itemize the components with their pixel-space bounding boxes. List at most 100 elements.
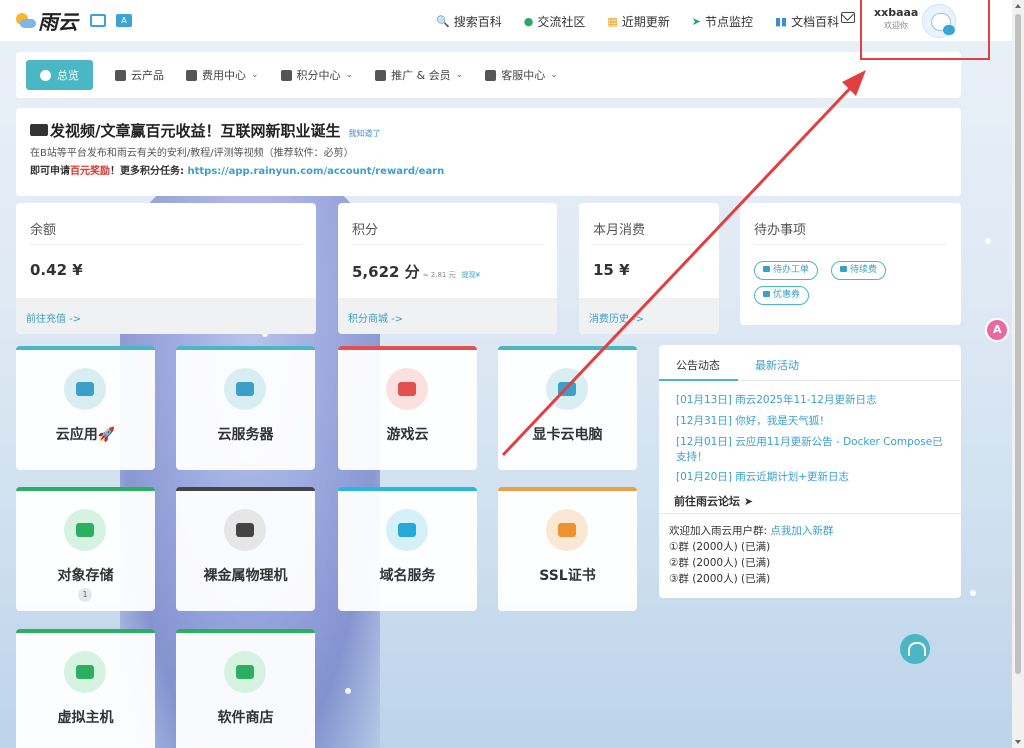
product-tile[interactable]: SSL证书 xyxy=(498,487,637,611)
nav-link-book[interactable]: ▮▮ 文档百科 xyxy=(775,13,839,30)
chevron-down-icon: ⌄ xyxy=(455,70,464,80)
snow-dot xyxy=(985,238,991,244)
join-group-link[interactable]: 点我加入新群 xyxy=(770,525,833,537)
nav-link-label: 近期更新 xyxy=(621,14,670,29)
cloud-icon xyxy=(64,368,106,410)
nav-link-label: 交流社区 xyxy=(537,14,586,29)
nav-link-label: 搜索百科 xyxy=(453,14,502,29)
product-tile[interactable]: 软件商店 xyxy=(176,629,315,748)
main-nav-item-0[interactable]: 总览 xyxy=(26,60,93,90)
main-nav-label: 费用中心 xyxy=(202,69,246,82)
cubes-icon xyxy=(115,69,126,81)
chevron-down-icon: ⌄ xyxy=(550,70,558,80)
product-tile[interactable]: 云服务器 xyxy=(176,346,315,470)
headset-icon xyxy=(485,69,497,81)
main-nav-item-5[interactable]: 客服中心 ⌄ xyxy=(485,67,558,83)
main-nav-item-2[interactable]: 费用中心 ⌄ xyxy=(186,67,259,83)
points-value: 5,622 分 ≈ 2.81 元提现¥ xyxy=(352,261,480,282)
news-item[interactable]: [12月01日] 云应用11月更新公告 - Docker Compose已支持！ xyxy=(676,435,946,465)
product-tile[interactable]: 对象存储 1 xyxy=(16,487,155,611)
promo-announcement: 发视频/文章赢百元收益！互联网新职业诞生 我知道了 在B站等平台发布和雨云有关的… xyxy=(16,108,961,196)
monthly-label: 本月消费 xyxy=(593,223,646,238)
customer-support-button[interactable] xyxy=(900,634,930,664)
product-name: 游戏云 xyxy=(338,424,477,444)
group-intro-text: 欢迎加入雨云用户群: xyxy=(669,525,771,537)
product-name: 云应用🚀 xyxy=(16,424,155,444)
product-name: 虚拟主机 xyxy=(16,707,155,727)
todo-card: 待办事项 待办工单 待续费 优惠券 xyxy=(740,203,961,325)
welcome-text: 欢迎你 xyxy=(884,21,908,30)
coupon-button[interactable]: 优惠券 xyxy=(754,286,810,305)
news-item[interactable]: [12月31日] 你好，我是天气狐！ xyxy=(676,414,946,429)
recharge-link[interactable]: 前往充值 -> xyxy=(26,310,81,325)
nav-link-label: 节点监控 xyxy=(704,14,753,29)
promo-prefix: 即可申请 xyxy=(30,166,70,177)
product-tile[interactable]: 虚拟主机 xyxy=(16,629,155,748)
promo-title-text: 发视频/文章赢百元收益！互联网新职业诞生 xyxy=(50,122,341,140)
key-icon xyxy=(546,509,588,551)
weather-logo-icon xyxy=(14,11,36,31)
nav-link-chat[interactable]: ● 交流社区 xyxy=(524,13,586,30)
balance-label: 余额 xyxy=(30,223,57,238)
product-tile[interactable]: 游戏云 xyxy=(338,346,477,470)
product-name-text: 裸金属物理机 xyxy=(203,568,288,584)
tab-announcements[interactable]: 公告动态 xyxy=(676,357,720,373)
main-nav-item-1[interactable]: 云产品 xyxy=(115,67,164,83)
tab-activities[interactable]: 最新活动 xyxy=(755,357,799,373)
points-mall-link[interactable]: 积分商城 -> xyxy=(348,310,403,325)
todo-tickets-button[interactable]: 待办工单 xyxy=(754,261,819,280)
dismiss-link[interactable]: 我知道了 xyxy=(348,128,380,139)
main-nav-item-3[interactable]: 积分中心 ⌄ xyxy=(280,67,353,83)
pending-renewal-button[interactable]: 待续费 xyxy=(831,261,887,280)
product-name-text: 云应用 xyxy=(55,427,98,443)
avatar[interactable] xyxy=(922,4,956,38)
promo-mid: ！更多积分任务: xyxy=(110,166,188,177)
news-item[interactable]: [01月13日] 雨云2025年11-12月更新日志 xyxy=(676,393,946,408)
product-tile[interactable]: 云应用🚀 xyxy=(16,346,155,470)
top-navbar: 雨云 A 🔍 搜索百科 ● 交流社区 ▦ 近期更新 ➤ 节点监控 ▮▮ 文档百科 xxbaaa 欢… xyxy=(0,0,1012,42)
translate-float-button[interactable] xyxy=(985,318,1009,342)
product-name-text: 域名服务 xyxy=(379,568,436,584)
user-menu[interactable]: xxbaaa 欢迎你 xyxy=(874,6,918,31)
spend-history-link[interactable]: 消费历史 -> xyxy=(589,310,644,325)
keyboard-icon xyxy=(30,124,48,136)
users-icon xyxy=(375,69,387,81)
snow-dot xyxy=(345,688,351,694)
rocket-icon: 🚀 xyxy=(97,427,116,443)
main-nav-label: 云产品 xyxy=(131,69,164,82)
product-tile[interactable]: 裸金属物理机 xyxy=(176,487,315,611)
product-tile[interactable]: 域名服务 xyxy=(338,487,477,611)
main-nav-item-4[interactable]: 推广 & 会员 ⌄ xyxy=(375,67,463,83)
product-name: SSL证书 xyxy=(498,565,637,585)
scrollbar[interactable] xyxy=(1012,0,1024,748)
nav-link-label: 文档百科 xyxy=(791,14,840,29)
calendar-icon: ▦ xyxy=(607,14,618,28)
points-card: 积分 5,622 分 ≈ 2.81 元提现¥ 积分商城 -> xyxy=(338,203,557,334)
news-item[interactable]: [01月20日] 雨云近期计划+更新日志 xyxy=(676,470,946,485)
product-name-text: 云服务器 xyxy=(217,427,274,443)
forum-link-label: 前往雨云论坛 xyxy=(674,495,740,508)
group-item: ②群 (2000人) (已满) xyxy=(669,557,771,569)
brand-name: 雨云 xyxy=(38,10,78,34)
nav-link-calendar[interactable]: ▦ 近期更新 xyxy=(607,13,669,30)
announcements-panel: 公告动态 最新活动 [01月13日] 雨云2025年11-12月更新日志 [12… xyxy=(659,345,961,598)
promo-title: 发视频/文章赢百元收益！互联网新职业诞生 我知道了 xyxy=(30,120,947,141)
nav-link-send[interactable]: ➤ 节点监控 xyxy=(692,13,753,30)
main-nav-label: 总览 xyxy=(57,69,79,82)
monthly-spend-card: 本月消费 15 ¥ 消费历史 -> xyxy=(579,203,719,334)
withdraw-link[interactable]: 提现¥ xyxy=(462,271,480,279)
translate-box-icon[interactable]: A xyxy=(116,14,132,27)
group-item: ①群 (2000人) (已满) xyxy=(669,541,771,553)
product-name-text: 显卡云电脑 xyxy=(532,427,603,443)
logo[interactable]: 雨云 xyxy=(14,6,78,35)
nav-link-search[interactable]: 🔍 搜索百科 xyxy=(436,13,502,30)
top-nav-links: 🔍 搜索百科 ● 交流社区 ▦ 近期更新 ➤ 节点监控 ▮▮ 文档百科 xyxy=(436,0,839,42)
points-approx: ≈ 2.81 元 xyxy=(422,271,456,279)
forum-link[interactable]: 前往雨云论坛 ➤ xyxy=(674,493,753,509)
reward-earn-link[interactable]: https://app.rainyun.com/account/reward/e… xyxy=(187,166,444,177)
send-icon: ➤ xyxy=(691,14,701,28)
mail-icon[interactable] xyxy=(841,12,855,23)
promo-reward-line: 即可申请百元奖励！更多积分任务: https://app.rainyun.com… xyxy=(30,162,947,177)
product-tile[interactable]: 显卡云电脑 xyxy=(498,346,637,470)
image-icon[interactable] xyxy=(90,14,106,27)
